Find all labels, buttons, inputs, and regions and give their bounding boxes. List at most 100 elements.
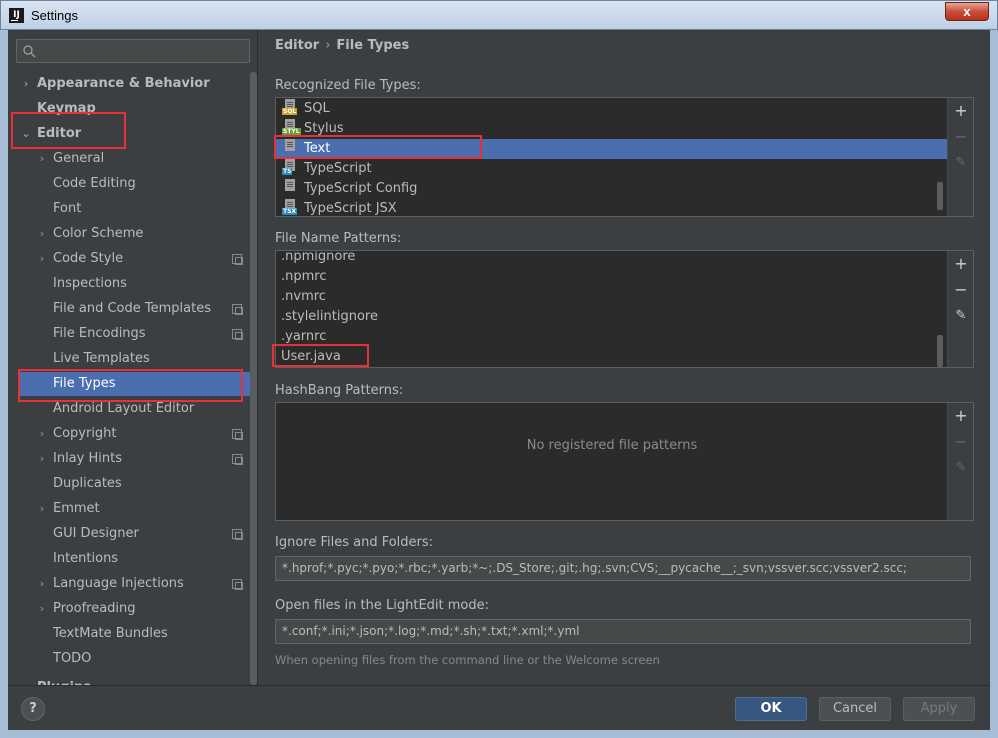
file-type-icon: TS [282, 159, 298, 175]
sidebar-item-language-injections[interactable]: › Language Injections [8, 572, 248, 596]
add-file-type-button[interactable]: + [954, 103, 968, 119]
sidebar-item-editor[interactable]: ⌄ Editor [8, 122, 248, 146]
chevron-down-icon[interactable]: ⌄ [20, 122, 32, 146]
file-type-icon [282, 179, 298, 195]
sidebar-item-inlay-hints[interactable]: › Inlay Hints [8, 447, 248, 471]
sidebar-item-file-encodings[interactable]: File Encodings [8, 322, 248, 346]
chevron-right-icon[interactable]: › [36, 422, 48, 446]
add-pattern-button[interactable]: + [954, 256, 968, 272]
sidebar-item-general[interactable]: › General [8, 147, 248, 171]
sidebar-item-appearance-behavior[interactable]: › Appearance & Behavior [8, 72, 248, 96]
file-type-icon: TSX [282, 199, 298, 215]
file-type-row[interactable]: SQL SQL [276, 99, 948, 119]
sidebar-item-label: Keymap [37, 101, 96, 116]
edit-file-type-button[interactable]: ✎ [954, 156, 968, 170]
chevron-right-icon[interactable]: › [36, 497, 48, 521]
ignore-files-input[interactable]: *.hprof;*.pyc;*.pyo;*.rbc;*.yarb;*~;.DS_… [275, 556, 971, 581]
edit-hashbang-button[interactable]: ✎ [954, 461, 968, 475]
sidebar-scrollbar[interactable] [250, 72, 257, 685]
chevron-right-icon[interactable]: › [36, 572, 48, 596]
remove-hashbang-button[interactable]: − [954, 434, 968, 450]
file-type-icon: SQL [282, 99, 298, 115]
pattern-row[interactable]: .yarnrc [276, 327, 948, 347]
edit-pattern-button[interactable]: ✎ [954, 309, 968, 323]
pattern-row[interactable]: .nvmrc [276, 287, 948, 307]
file-name-patterns-panel: .npmignore .npmrc .nvmrc .stylelintignore .y… [275, 250, 974, 368]
file-type-name: TypeScript JSX [304, 201, 397, 216]
sidebar-item-file-types[interactable]: File Types [18, 372, 250, 396]
sidebar-item-android-layout-editor[interactable]: Android Layout Editor [8, 397, 248, 421]
lightedit-label: Open files in the LightEdit mode: [275, 598, 490, 613]
sidebar-item-label: Intentions [53, 551, 119, 566]
project-level-icon [232, 329, 243, 340]
sidebar-item-label: Language Injections [53, 576, 184, 591]
file-type-row[interactable]: TS TypeScript [276, 159, 948, 179]
dialog-button-bar: ? OK Cancel Apply [8, 685, 990, 730]
sidebar-item-copyright[interactable]: › Copyright [8, 422, 248, 446]
remove-file-type-button[interactable]: − [954, 129, 968, 145]
sidebar-item-label: Proofreading [53, 601, 136, 616]
sidebar-item-live-templates[interactable]: Live Templates [8, 347, 248, 371]
file-type-name: Text [304, 141, 331, 156]
recognized-list-scrollbar[interactable] [937, 182, 943, 210]
sidebar-item-label: Editor [37, 126, 82, 141]
chevron-right-icon[interactable]: › [36, 447, 48, 471]
sidebar-item-plugins[interactable]: Plugins [8, 676, 248, 685]
remove-pattern-button[interactable]: − [954, 282, 968, 298]
chevron-right-icon[interactable]: › [36, 147, 48, 171]
recognized-file-types-label: Recognized File Types: [275, 78, 421, 93]
add-hashbang-button[interactable]: + [954, 408, 968, 424]
sidebar-item-file-and-code-templates[interactable]: File and Code Templates [8, 297, 248, 321]
ok-button[interactable]: OK [735, 697, 807, 721]
sidebar-item-inspections[interactable]: Inspections [8, 272, 248, 296]
file-type-row[interactable]: TypeScript Config [276, 179, 948, 199]
chevron-right-icon[interactable]: › [36, 222, 48, 246]
file-type-name: Stylus [304, 121, 344, 136]
sidebar-item-emmet[interactable]: › Emmet [8, 497, 248, 521]
sidebar-item-textmate-bundles[interactable]: TextMate Bundles [8, 622, 248, 646]
pattern-row[interactable]: .stylelintignore [276, 307, 948, 327]
sidebar-item-label: Copyright [53, 426, 117, 441]
recognized-toolbar: + − ✎ [947, 98, 973, 216]
chevron-right-icon[interactable]: › [20, 72, 32, 96]
sidebar-item-intentions[interactable]: Intentions [8, 547, 248, 571]
chevron-right-icon[interactable]: › [36, 247, 48, 271]
file-type-row[interactable]: TSX TypeScript JSX [276, 199, 948, 216]
breadcrumb-parent[interactable]: Editor [275, 38, 319, 53]
sidebar-item-label: File Encodings [53, 326, 146, 341]
window-close-button[interactable]: x [945, 2, 989, 21]
pattern-row[interactable]: .npmrc [276, 267, 948, 287]
chevron-right-icon[interactable]: › [36, 597, 48, 621]
sidebar-item-font[interactable]: Font [8, 197, 248, 221]
pattern-row[interactable]: User.java [276, 347, 948, 367]
hashbang-toolbar: + − ✎ [947, 403, 973, 520]
sidebar-item-gui-designer[interactable]: GUI Designer [8, 522, 248, 546]
sidebar-item-duplicates[interactable]: Duplicates [8, 472, 248, 496]
sidebar-item-label: GUI Designer [53, 526, 139, 541]
sidebar-item-keymap[interactable]: Keymap [8, 97, 248, 121]
sidebar-item-label: File and Code Templates [53, 301, 211, 316]
file-type-row[interactable]: Text [276, 139, 948, 159]
ignore-files-label: Ignore Files and Folders: [275, 535, 434, 550]
sidebar-item-todo[interactable]: TODO [8, 647, 248, 671]
apply-button[interactable]: Apply [903, 697, 975, 721]
sidebar-item-code-style[interactable]: › Code Style [8, 247, 248, 271]
settings-search-input[interactable] [16, 39, 250, 63]
file-type-row[interactable]: STYL Stylus [276, 119, 948, 139]
file-type-name: SQL [304, 101, 330, 116]
project-level-icon [232, 529, 243, 540]
sidebar-item-code-editing[interactable]: Code Editing [8, 172, 248, 196]
project-level-icon [232, 304, 243, 315]
sidebar-item-color-scheme[interactable]: › Color Scheme [8, 222, 248, 246]
sidebar-item-proofreading[interactable]: › Proofreading [8, 597, 248, 621]
file-name-patterns-list: .npmignore .npmrc .nvmrc .stylelintignore .y… [276, 251, 948, 367]
project-level-icon [232, 254, 243, 265]
lightedit-patterns-input[interactable]: *.conf;*.ini;*.json;*.log;*.md;*.sh;*.tx… [275, 619, 971, 644]
help-button[interactable]: ? [21, 697, 45, 721]
sidebar-item-label: Appearance & Behavior [37, 76, 210, 91]
patterns-list-scrollbar[interactable] [937, 335, 943, 367]
pattern-row[interactable]: .npmignore [276, 251, 948, 267]
lightedit-hint: When opening files from the command line… [275, 653, 660, 667]
window-title: Settings [31, 8, 78, 23]
cancel-button[interactable]: Cancel [819, 697, 891, 721]
